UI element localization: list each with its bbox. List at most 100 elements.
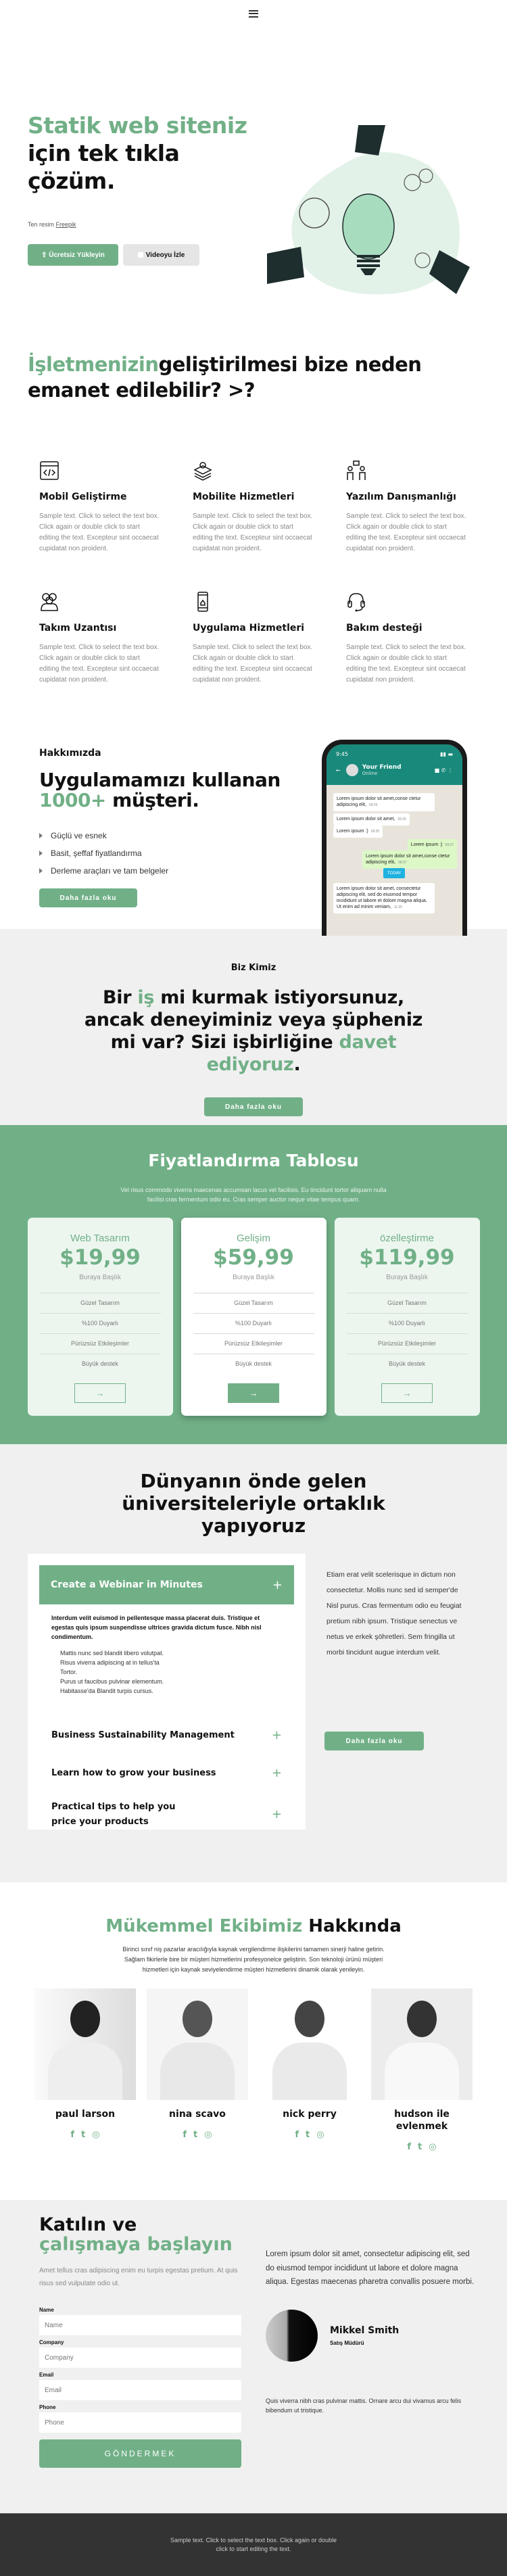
bullet-item: Derleme araçları ve tam belgeler [39, 866, 168, 876]
feature-card: Takım Uzantısı Sample text. Click to sel… [39, 592, 193, 686]
video-call-icon: ■ ✆ ⋮ [434, 767, 453, 773]
member-photo [147, 1988, 248, 2100]
header [0, 0, 507, 27]
arrow-right-button[interactable]: → [381, 1383, 433, 1403]
plus-icon: + [271, 1727, 282, 1742]
join-subtitle: Amet tellus cras adipiscing enim eu turp… [39, 2267, 238, 2287]
plus-icon: + [271, 1807, 282, 1821]
who-section: Biz Kimiz Bir iş mi kurmak istiyorsunuz,… [0, 929, 507, 1125]
twitter-icon[interactable]: t [306, 2130, 310, 2140]
company-input[interactable] [39, 2347, 241, 2368]
facebook-icon[interactable]: f [183, 2130, 187, 2140]
facebook-icon[interactable]: f [70, 2130, 74, 2140]
member-photo [34, 1988, 136, 2100]
pricing-card: özelleştirme $119,99 Buraya Başlık Güzel… [334, 1218, 480, 1416]
phone-input[interactable] [39, 2412, 241, 2433]
partners-text: Etiam erat velit scelerisque in dictum n… [327, 1571, 462, 1656]
headset-icon [347, 593, 365, 612]
who-kicker: Biz Kimiz [231, 963, 276, 973]
facebook-icon[interactable]: f [407, 2142, 411, 2152]
chat-message: Lorem ipsum :) 09:27 [407, 839, 457, 851]
watch-video-button[interactable]: Videoyu İzle [123, 244, 199, 266]
accordion-item-webinar[interactable]: Create a Webinar in Minutes + [39, 1565, 294, 1604]
phone-mockup: 9:45 ▮▮ ▬ ← Your Friend Online ■ ✆ ⋮ Lorem… [322, 740, 467, 936]
facebook-icon[interactable]: f [295, 2130, 299, 2140]
freepik-link[interactable]: Freepik [56, 221, 76, 228]
team-member: hudson ile evlenmek f t ◎ [371, 1988, 473, 2152]
team-member: nina scavo f t ◎ [147, 1988, 248, 2152]
hero-section: Statik web siteniz için tek tıkla çözüm.… [0, 27, 507, 311]
accordion-panel: Interdum velit euismod in pellentesque m… [51, 1615, 262, 1694]
team-member: nick perry f t ◎ [259, 1988, 360, 2152]
accordion-item-sustainability[interactable]: Business Sustainability Management + [39, 1718, 294, 1752]
chat-message: Lorem ipsum dolor sit amet,conse ctetur … [333, 793, 435, 811]
back-arrow-icon: ← [336, 767, 341, 773]
footer-text: Sample text. Click to select the text bo… [170, 2537, 337, 2552]
pricing-card: Gelişim $59,99 Buraya Başlık Güzel Tasar… [180, 1218, 327, 1416]
image-credit: Ten resim Freepik [28, 221, 76, 228]
instagram-icon[interactable]: ◎ [429, 2142, 436, 2152]
read-more-button[interactable]: Daha fazla oku [324, 1732, 424, 1750]
instagram-icon[interactable]: ◎ [92, 2130, 99, 2140]
arrow-right-button[interactable]: → [74, 1383, 126, 1403]
join-title: Katılın ve çalışmaya başlayın [39, 2214, 233, 2255]
pricing-section: Fiyatlandırma Tablosu Vel risus commodo … [0, 1125, 507, 1443]
accordion: Create a Webinar in Minutes + Interdum ve… [28, 1554, 306, 1830]
partners-title: Dünyanın önde gelen üniversiteleriyle or… [122, 1470, 385, 1537]
triangle-bullet-icon [39, 851, 43, 856]
price: $19,99 [59, 1245, 141, 1270]
team-section: Mükemmel Ekibimiz Hakkında Birinci sınıf… [0, 1882, 507, 2200]
hero-title: Statik web siteniz için tek tıkla çözüm. [28, 112, 247, 194]
name-input[interactable] [39, 2315, 241, 2335]
feature-card: Uygulama Hizmetleri Sample text. Click t… [193, 592, 346, 686]
member-photo [259, 1988, 360, 2100]
plus-icon: + [272, 1577, 283, 1592]
consulting-people-icon [347, 460, 366, 480]
accordion-item-pricing-tips[interactable]: Practical tips to help you price your pr… [39, 1794, 294, 1836]
submit-button[interactable]: GÖNDERMEK [39, 2439, 241, 2468]
arrow-right-button[interactable]: → [228, 1383, 279, 1403]
pricing-subtitle: Vel risus commodo viverra maecenas accum… [120, 1187, 387, 1203]
about-title: Uygulamamızı kullanan 1000+ müşteri. [39, 769, 281, 811]
read-more-button[interactable]: Daha fazla oku [204, 1097, 303, 1116]
about-section: Hakkımızda Uygulamamızı kullanan 1000+ mü… [0, 733, 507, 936]
team-member: paul larson f t ◎ [34, 1988, 136, 2152]
partners-section: Dünyanın önde gelen üniversiteleriyle or… [0, 1443, 507, 1882]
twitter-icon[interactable]: t [193, 2130, 197, 2140]
mobile-app-icon [197, 592, 208, 612]
read-more-button[interactable]: Daha fazla oku [39, 888, 137, 907]
price: $119,99 [359, 1245, 455, 1270]
bullet-item: Basit, şeffaf fiyatlandırma [39, 849, 168, 858]
hamburger-icon[interactable] [249, 9, 258, 18]
pricing-cards: Web Tasarım $19,99 Buraya Başlık Güzel T… [0, 1218, 507, 1416]
pricing-card: Web Tasarım $19,99 Buraya Başlık Güzel T… [27, 1218, 173, 1416]
feature-card: Mobil Geliştirme Sample text. Click to s… [39, 460, 193, 554]
instagram-icon[interactable]: ◎ [204, 2130, 212, 2140]
email-label: Email [39, 2372, 54, 2378]
why-section: İşletmenizingeliştirilmesi bize neden em… [0, 352, 507, 686]
features-grid: Mobil Geliştirme Sample text. Click to s… [0, 403, 507, 686]
code-window-icon [40, 461, 59, 480]
about-bullets: Güçlü ve esnek Basit, şeffaf fiyatlandır… [39, 831, 168, 884]
signal-icon: ▮▮ ▬ [440, 751, 453, 757]
price: $59,99 [213, 1245, 294, 1270]
accordion-item-grow[interactable]: Learn how to grow your business + [39, 1752, 294, 1794]
chat-message: Lorem ipsum dolor sit amet, consectetur … [333, 883, 435, 913]
chat-message: Lorem ipsum :) 09:25 [333, 826, 383, 838]
upload-icon: ⇪ [41, 251, 49, 259]
phone-label: Phone [39, 2404, 56, 2410]
team-members: paul larson f t ◎ nina scavo f t ◎ nick perr… [0, 1988, 507, 2152]
who-title: Bir iş mi kurmak istiyorsunuz, ancak den… [84, 987, 423, 1075]
feature-card: Yazılım Danışmanlığı Sample text. Click … [346, 460, 500, 554]
email-input[interactable] [39, 2380, 241, 2400]
twitter-icon[interactable]: t [418, 2142, 422, 2152]
twitter-icon[interactable]: t [81, 2130, 85, 2140]
team-icon [41, 593, 58, 611]
testimonial-person: Mikkel Smith Satış Müdürü [266, 2310, 399, 2362]
lightbulb-hands-illustration [267, 125, 470, 295]
today-label: TODAY [383, 868, 406, 878]
instagram-icon[interactable]: ◎ [316, 2130, 324, 2140]
avatar [266, 2310, 318, 2362]
free-install-button[interactable]: ⇪ Ücretsiz Yükleyin [28, 244, 118, 266]
layers-gear-icon [193, 462, 212, 481]
